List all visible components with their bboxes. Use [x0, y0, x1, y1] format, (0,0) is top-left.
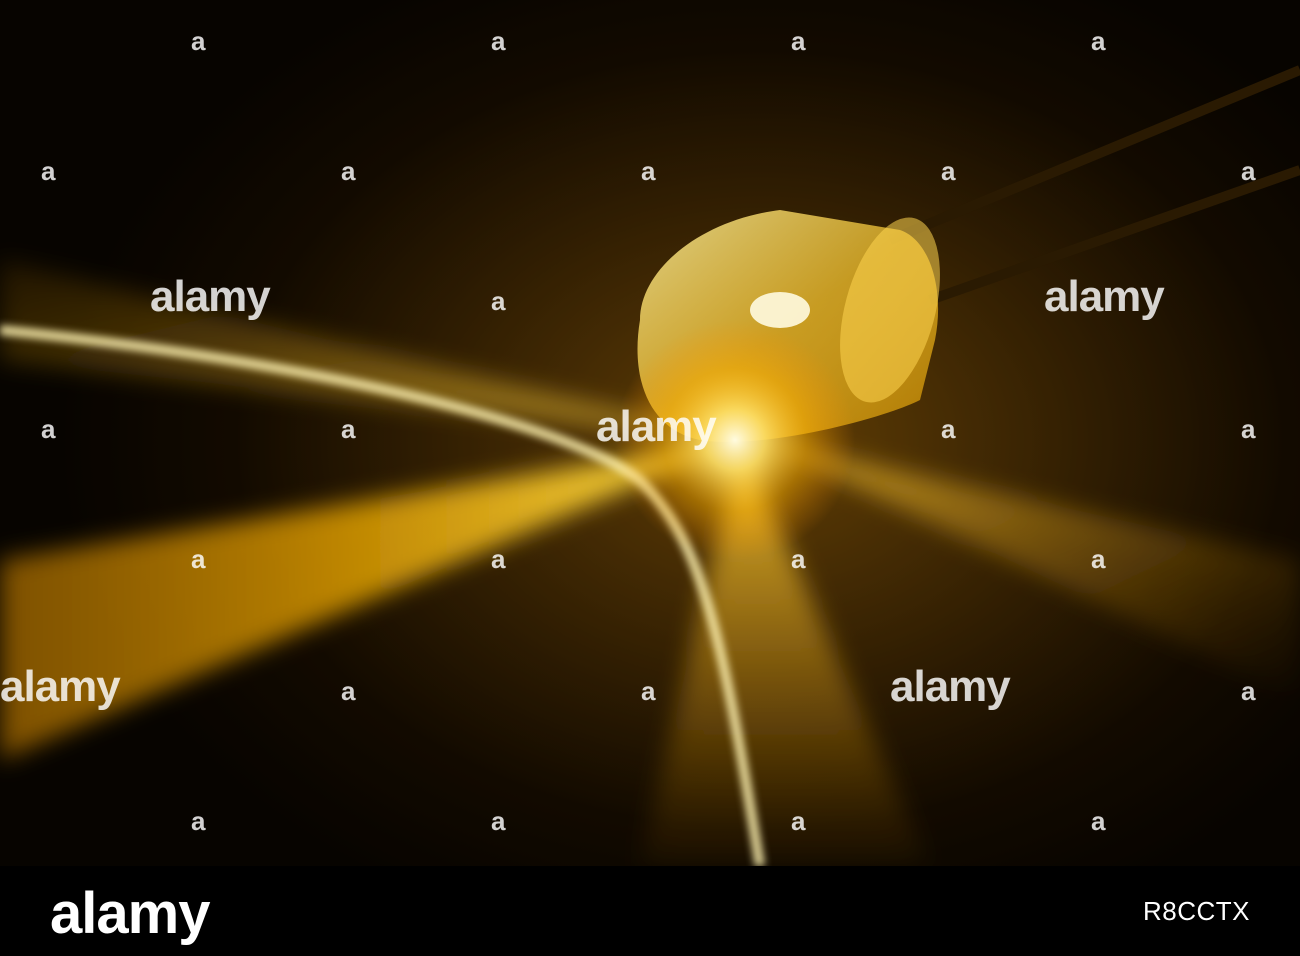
watermark-logo: alamy — [890, 662, 1011, 711]
led-photo: a a a a a a a a a alamy a alamy a a alam… — [0, 0, 1300, 866]
watermark-mark: a — [1091, 806, 1106, 836]
watermark-logo: alamy — [596, 402, 717, 451]
watermark-mark: a — [491, 26, 506, 56]
watermark-logo: alamy — [150, 272, 271, 321]
stock-photo-page: a a a a a a a a a alamy a alamy a a alam… — [0, 0, 1300, 956]
watermark-mark: a — [1241, 156, 1256, 186]
watermark-mark: a — [341, 156, 356, 186]
watermark-mark: a — [341, 414, 356, 444]
watermark-mark: a — [1241, 414, 1256, 444]
watermark-logo: alamy — [0, 662, 121, 711]
watermark-mark: a — [1241, 676, 1256, 706]
watermark-mark: a — [641, 676, 656, 706]
watermark-mark: a — [1091, 26, 1106, 56]
watermark-mark: a — [791, 26, 806, 56]
watermark-logo: alamy — [1044, 272, 1165, 321]
watermark-mark: a — [491, 286, 506, 316]
watermark-mark: a — [41, 414, 56, 444]
watermark-mark: a — [191, 806, 206, 836]
watermark-mark: a — [191, 26, 206, 56]
image-id: R8CCTX — [1142, 896, 1250, 926]
watermark-mark: a — [791, 544, 806, 574]
watermark-mark: a — [941, 414, 956, 444]
watermark-mark: a — [491, 544, 506, 574]
watermark-mark: a — [191, 544, 206, 574]
alamy-logo: alamy — [50, 881, 210, 946]
watermark-mark: a — [941, 156, 956, 186]
watermark-mark: a — [341, 676, 356, 706]
watermark-mark: a — [641, 156, 656, 186]
footer-bar: alamy R8CCTX — [0, 866, 1300, 956]
watermark-mark: a — [1091, 544, 1106, 574]
watermark-mark: a — [491, 806, 506, 836]
watermark-mark: a — [791, 806, 806, 836]
watermark-mark: a — [41, 156, 56, 186]
